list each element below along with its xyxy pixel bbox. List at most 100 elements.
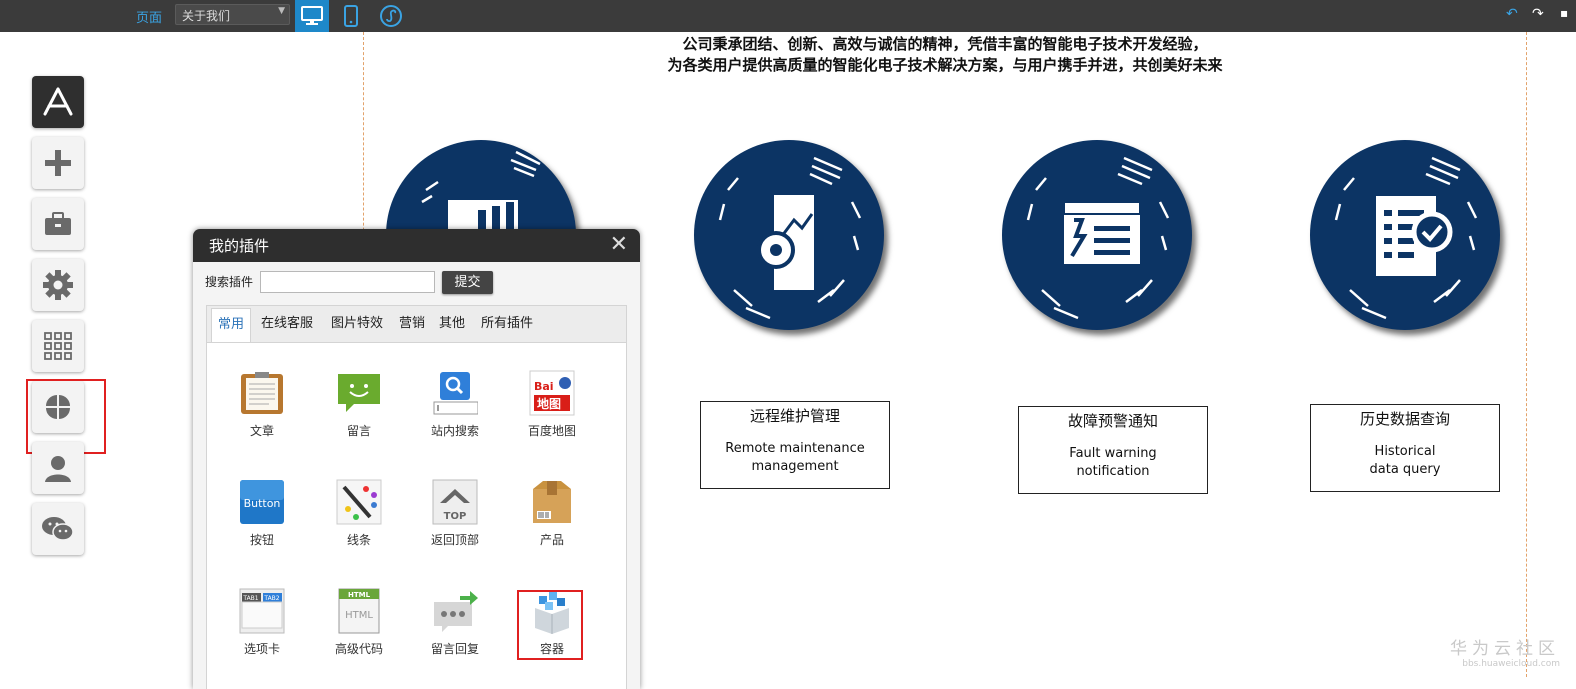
- add-icon: [45, 150, 71, 176]
- app-store-icon: [43, 87, 73, 116]
- back-to-top-icon: TOP: [432, 479, 478, 525]
- wechat-button[interactable]: [32, 503, 84, 555]
- watermark-title: 华为云社区: [1450, 639, 1560, 659]
- grid-button[interactable]: [32, 320, 84, 372]
- plugin-dialog: 我的插件 ✕ 搜索插件 提交 常用 在线客服 图片特效 营销 其他 所有插件 文…: [193, 229, 640, 689]
- top-toolbar: 页面 关于我们 ▼ ↶ ↷ ▪: [0, 0, 1576, 32]
- feature-circle-3: [1002, 140, 1192, 330]
- tab-image-effects[interactable]: 图片特效: [323, 308, 391, 342]
- tab-marketing[interactable]: 营销: [393, 308, 431, 342]
- user-icon: [45, 456, 71, 482]
- plugin-message-reply[interactable]: 留言回复: [420, 588, 490, 657]
- page-label: 页面: [136, 11, 163, 26]
- desktop-icon: [301, 6, 323, 25]
- alert-document-icon: [1026, 156, 1170, 320]
- plugin-tabs: 常用 在线客服 图片特效 营销 其他 所有插件: [207, 306, 626, 343]
- plugin-label: 产品: [539, 533, 564, 547]
- tab-common[interactable]: 常用: [211, 308, 251, 342]
- feature-card-history: 历史数据查询 Historical data query: [1310, 404, 1500, 492]
- svg-text:TAB1: TAB1: [242, 595, 258, 602]
- svg-text:TOP: TOP: [444, 511, 467, 522]
- page-select-value: 关于我们: [182, 9, 231, 23]
- line-icon: [336, 479, 382, 525]
- message-icon: [336, 370, 382, 416]
- dialog-title-bar[interactable]: 我的插件 ✕: [193, 229, 640, 262]
- add-button[interactable]: [32, 137, 84, 189]
- svg-text:HTML: HTML: [348, 591, 371, 599]
- menu-icon[interactable]: ▪: [1560, 6, 1568, 20]
- plugin-back-to-top[interactable]: TOP 返回顶部: [420, 479, 490, 548]
- undo-icon[interactable]: ↶: [1506, 6, 1518, 22]
- document-search-icon: [1334, 156, 1478, 320]
- feature-card-fault: 故障预警通知 Fault warning notification: [1018, 406, 1208, 494]
- svg-text:Bai: Bai: [534, 380, 554, 393]
- svg-text:地图: 地图: [537, 396, 561, 411]
- headline-line-1: 公司秉承团结、创新、高效与诚信的精神，凭借丰富的智能电子技术开发经验，: [682, 35, 1208, 53]
- container-highlight: [517, 590, 583, 660]
- feature-subtitle: Historical data query: [1369, 444, 1441, 477]
- canvas-guide-right: [1526, 32, 1527, 677]
- toolbox-button[interactable]: [32, 198, 84, 250]
- plugin-label: 留言: [346, 424, 371, 438]
- tabs-icon: TAB1 TAB2: [239, 588, 285, 634]
- miniprogram-icon: [380, 5, 402, 27]
- plugin-label: 按钮: [249, 533, 274, 547]
- svg-text:HTML: HTML: [345, 610, 373, 621]
- plugin-article[interactable]: 文章: [227, 370, 297, 439]
- plugin-label: 返回顶部: [430, 533, 479, 547]
- feature-title: 故障预警通知: [1067, 412, 1158, 430]
- plugin-search-input[interactable]: [260, 271, 435, 293]
- mobile-icon: [344, 5, 358, 27]
- headline-line-2: 为各类用户提供高质量的智能化电子技术解决方案，与用户携手并进，共创美好未来: [667, 56, 1223, 74]
- plugin-label: 留言回复: [430, 642, 479, 656]
- desktop-view-button[interactable]: [295, 0, 329, 32]
- plugin-line[interactable]: 线条: [324, 479, 394, 548]
- plugin-tabs[interactable]: TAB1 TAB2 选项卡: [227, 588, 297, 657]
- app-store-button[interactable]: [32, 76, 84, 128]
- plugin-product[interactable]: 产品: [517, 479, 587, 548]
- site-search-icon: [432, 370, 479, 416]
- redo-icon[interactable]: ↷: [1532, 6, 1544, 22]
- plugin-html-code[interactable]: HTML HTML 高级代码: [324, 588, 394, 657]
- toolbox-icon: [45, 212, 71, 235]
- article-icon: [239, 370, 285, 416]
- feature-circle-2: [694, 140, 884, 330]
- search-label: 搜索插件: [205, 275, 254, 289]
- plugin-label: 选项卡: [243, 642, 280, 656]
- tab-all-plugins[interactable]: 所有插件: [473, 308, 541, 342]
- wechat-icon: [42, 517, 74, 541]
- feature-title: 远程维护管理: [749, 407, 840, 425]
- plugin-button[interactable]: Button 按钮: [227, 479, 297, 548]
- plugin-label: 线条: [346, 533, 371, 547]
- message-reply-icon: [432, 588, 478, 634]
- button-icon: Button: [239, 479, 285, 525]
- plugin-label: 百度地图: [527, 424, 576, 438]
- gear-chart-icon: [718, 156, 862, 320]
- watermark: 华为云社区 bbs.huaweicloud.com: [1450, 634, 1560, 669]
- plugin-baidu-map[interactable]: Bai 地图 百度地图: [517, 370, 587, 439]
- dialog-title: 我的插件: [209, 237, 270, 255]
- settings-icon: [43, 270, 73, 300]
- plugin-site-search[interactable]: 站内搜索: [420, 370, 490, 439]
- submit-button[interactable]: 提交: [442, 271, 493, 294]
- tab-online-service[interactable]: 在线客服: [253, 308, 321, 342]
- plugin-label: 站内搜索: [430, 424, 479, 438]
- svg-text:Button: Button: [244, 497, 281, 510]
- settings-button[interactable]: [32, 259, 84, 311]
- plugin-message[interactable]: 留言: [324, 370, 394, 439]
- watermark-url: bbs.huaweicloud.com: [1462, 659, 1560, 669]
- plugin-label: 文章: [249, 424, 274, 438]
- close-icon[interactable]: ✕: [610, 232, 628, 257]
- feature-title: 历史数据查询: [1359, 410, 1450, 428]
- user-button[interactable]: [32, 442, 84, 494]
- svg-text:TAB2: TAB2: [263, 595, 279, 602]
- feature-circle-4: [1310, 140, 1500, 330]
- tab-other[interactable]: 其他: [433, 308, 471, 342]
- product-icon: [529, 479, 575, 525]
- feature-subtitle: Remote maintenance management: [725, 441, 865, 474]
- chevron-down-icon: ▼: [278, 6, 285, 16]
- page-select[interactable]: 关于我们 ▼: [175, 4, 290, 25]
- mobile-view-button[interactable]: [334, 0, 368, 32]
- miniprogram-view-button[interactable]: [374, 0, 408, 32]
- grid-icon: [44, 332, 72, 360]
